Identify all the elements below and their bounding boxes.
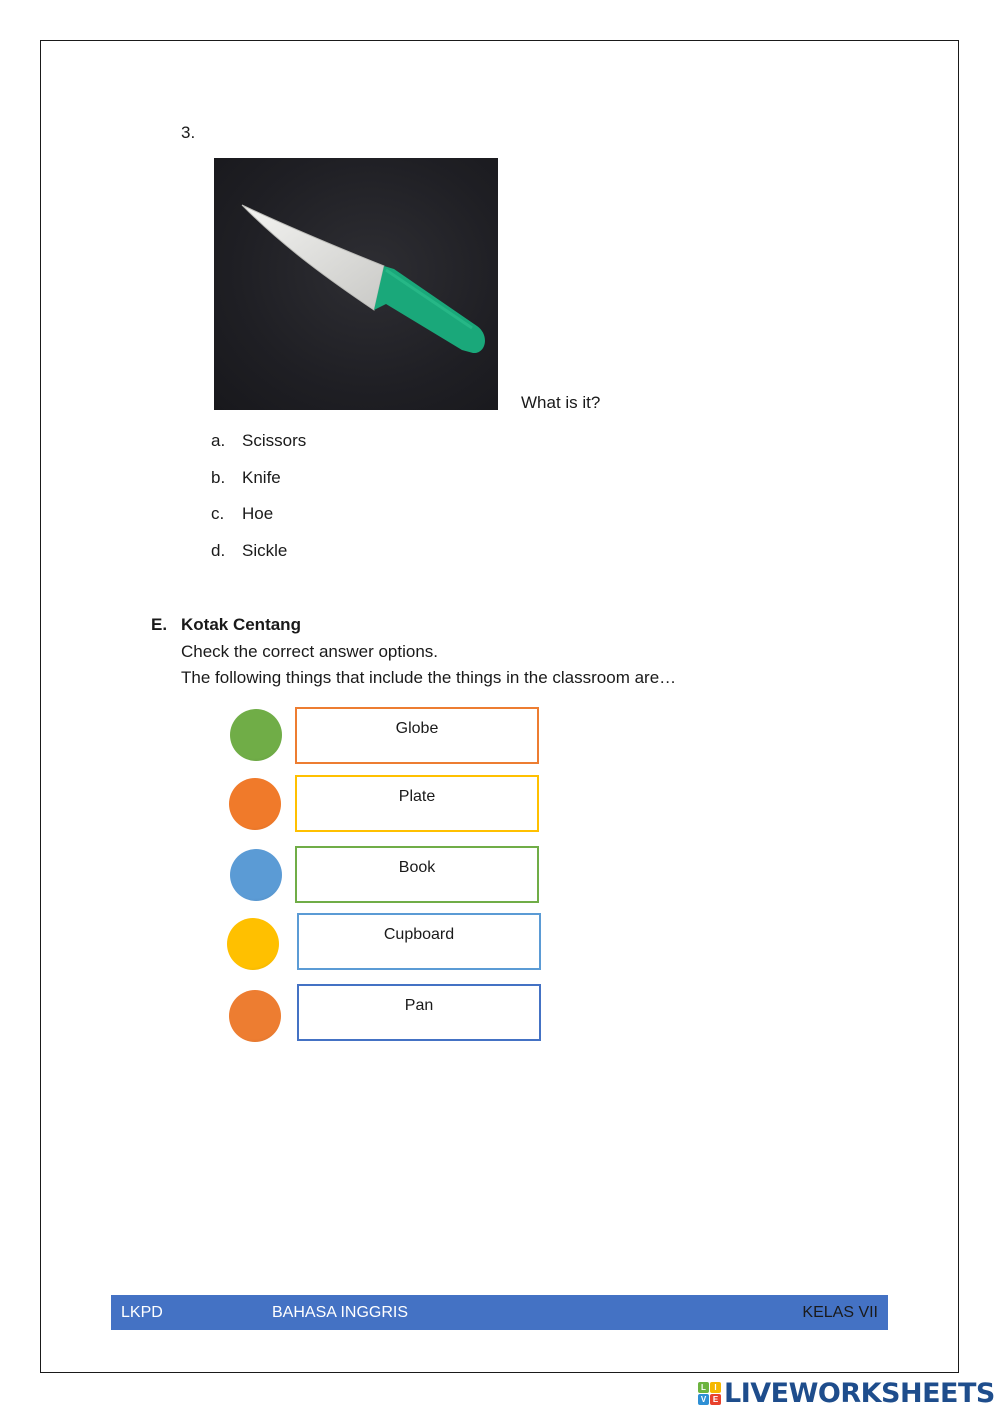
choice-plate[interactable]: Plate — [295, 775, 539, 832]
checkbox-pan[interactable] — [229, 990, 281, 1042]
checkbox-cupboard[interactable] — [227, 918, 279, 970]
logo-text: LIVEWORKSHEETS — [724, 1377, 995, 1409]
logo-letter-e: E — [710, 1393, 721, 1405]
checkbox-plate[interactable] — [229, 778, 281, 830]
logo-letter-i: I — [710, 1381, 721, 1393]
footer-bar: LKPD BAHASA INGGRIS KELAS VII — [111, 1295, 888, 1330]
logo-letter-l: L — [698, 1381, 709, 1393]
checkbox-globe[interactable] — [230, 709, 282, 761]
option-b-letter: b. — [211, 468, 226, 487]
footer-subject: BAHASA INGGRIS — [272, 1304, 409, 1321]
choice-label: Cupboard — [383, 926, 455, 943]
option-d-letter: d. — [211, 541, 226, 560]
section-title: Kotak Centang — [181, 615, 301, 634]
knife-image — [214, 158, 498, 410]
section-letter: E. — [151, 615, 168, 634]
option-c[interactable]: Hoe — [242, 504, 273, 524]
footer-class: KELAS VII — [802, 1304, 878, 1321]
logo-letter-v: V — [698, 1393, 709, 1405]
choice-label: Pan — [404, 997, 434, 1014]
choice-pan[interactable]: Pan — [297, 984, 541, 1041]
choice-book[interactable]: Book — [295, 846, 539, 903]
choice-cupboard[interactable]: Cupboard — [297, 913, 541, 970]
question-prompt: What is it? — [521, 393, 601, 412]
option-c-letter: c. — [211, 504, 225, 523]
option-a[interactable]: Scissors — [242, 431, 306, 451]
section-instruction: Check the correct answer options. — [181, 642, 439, 661]
choice-label: Book — [398, 859, 436, 876]
option-b[interactable]: Knife — [242, 468, 281, 488]
choice-globe[interactable]: Globe — [295, 707, 539, 764]
liveworksheets-logo[interactable]: L I V E LIVEWORKSHEETS — [698, 1377, 995, 1409]
option-d[interactable]: Sickle — [242, 541, 287, 561]
question-number: 3. — [181, 123, 196, 142]
footer-left: LKPD — [121, 1304, 163, 1321]
choice-label: Plate — [398, 788, 436, 805]
section-prompt: The following things that include the th… — [181, 668, 677, 687]
knife-icon — [241, 204, 485, 354]
option-a-letter: a. — [211, 431, 226, 450]
live-logo-icon: L I V E — [698, 1381, 721, 1405]
choice-label: Globe — [395, 720, 439, 737]
checkbox-book[interactable] — [230, 849, 282, 901]
